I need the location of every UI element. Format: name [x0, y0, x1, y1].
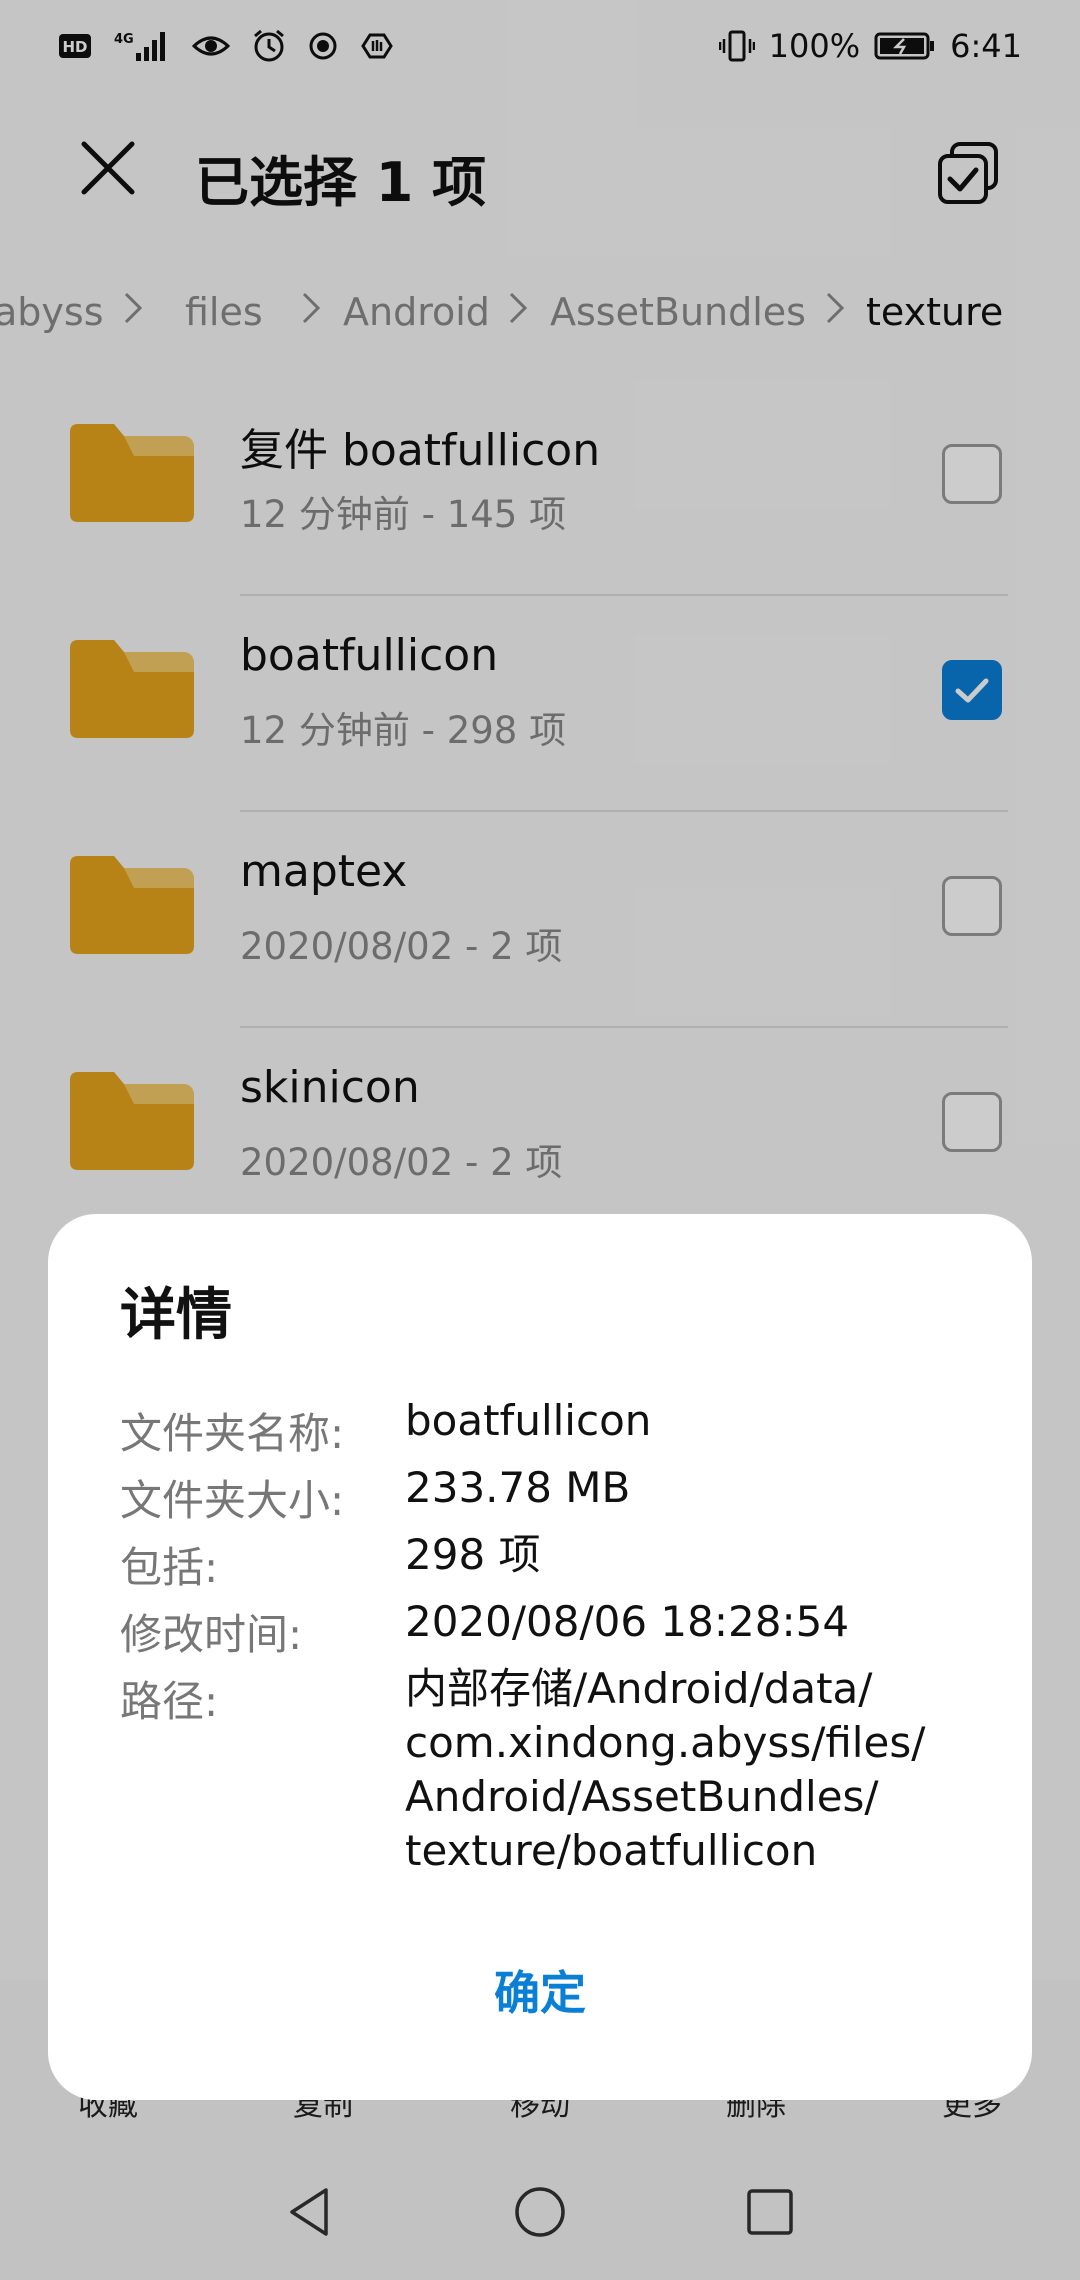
contains-label: 包括:	[120, 1543, 219, 1592]
folder-name-value: boatfullicon	[405, 1396, 652, 1445]
modified-time-label: 修改时间:	[120, 1610, 303, 1659]
path-value: 内部存储/Android/data/ com.xindong.abyss/fil…	[405, 1662, 965, 1878]
modified-time-value: 2020/08/06 18:28:54	[405, 1597, 850, 1646]
folder-name-label: 文件夹名称:	[120, 1409, 345, 1458]
path-line: texture/boatfullicon	[405, 1826, 818, 1875]
ok-button[interactable]: 确定	[48, 1948, 1032, 2038]
folder-size-value: 233.78 MB	[405, 1463, 631, 1512]
dialog-title: 详情	[120, 1283, 232, 1348]
path-line: 内部存储/Android/data/	[405, 1664, 873, 1713]
path-line: com.xindong.abyss/files/	[405, 1718, 926, 1767]
folder-size-label: 文件夹大小:	[120, 1476, 345, 1525]
details-dialog: 详情 文件夹名称: boatfullicon 文件夹大小: 233.78 MB …	[48, 1214, 1032, 2100]
path-label: 路径:	[120, 1677, 219, 1726]
contains-value: 298 项	[405, 1530, 541, 1579]
path-line: Android/AssetBundles/	[405, 1772, 879, 1821]
